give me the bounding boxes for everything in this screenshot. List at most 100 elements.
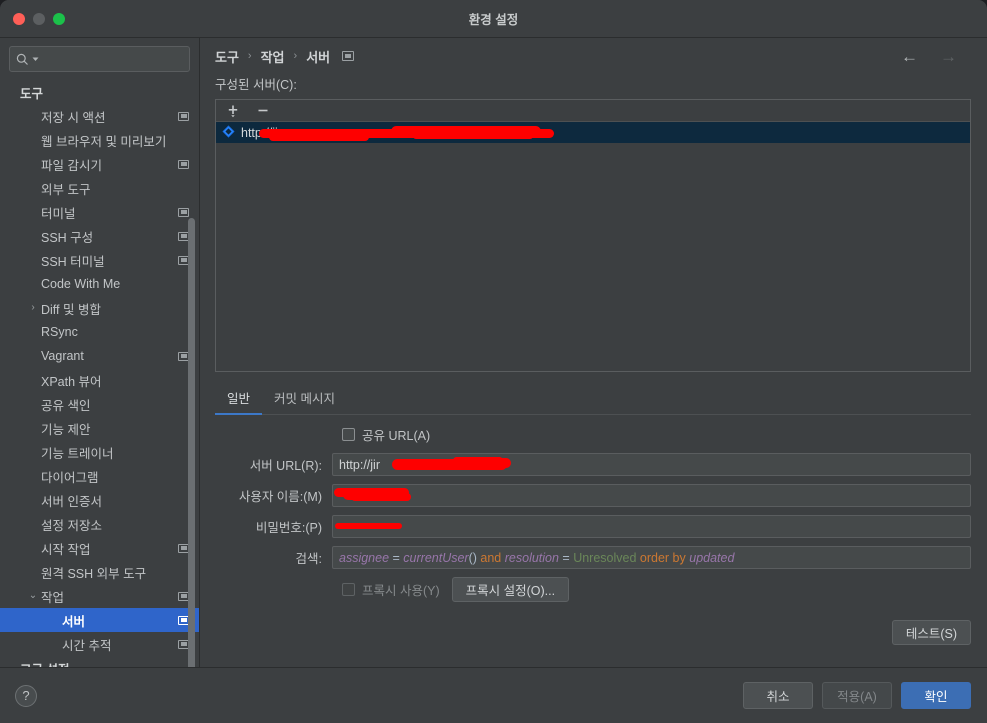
sidebar-item-13[interactable]: 공유 색인 xyxy=(0,392,199,416)
help-button[interactable]: ? xyxy=(15,684,37,707)
server-url-input[interactable]: http://jir xyxy=(332,453,971,476)
close-button[interactable] xyxy=(13,12,25,25)
project-settings-icon xyxy=(342,51,355,61)
search-dropdown-caret[interactable] xyxy=(32,56,39,63)
jql-token: = xyxy=(389,550,404,565)
sidebar-item-label: 공유 색인 xyxy=(41,398,91,413)
sidebar-item-19[interactable]: 시작 작업 xyxy=(0,536,199,560)
sidebar-item-3[interactable]: 파일 감시기 xyxy=(0,152,199,176)
sidebar-item-label: 기능 트레이너 xyxy=(41,446,114,461)
server-list-item-label: http://ji xyxy=(241,125,554,141)
breadcrumb-separator: › xyxy=(247,50,252,62)
sidebar-item-label: XPath 뷰어 xyxy=(41,374,102,389)
sidebar-item-2[interactable]: 웹 브라우저 및 미리보기 xyxy=(0,128,199,152)
sidebar-item-label: 시간 추적 xyxy=(62,638,112,653)
username-row: 사용자 이름:(M) xyxy=(215,484,971,507)
forward-arrow-icon[interactable]: → xyxy=(940,48,957,65)
test-button[interactable]: 테스트(S) xyxy=(891,620,971,645)
breadcrumb-item-1[interactable]: 작업 xyxy=(261,47,285,66)
minimize-button[interactable] xyxy=(33,12,45,25)
navigation-arrows: ← → xyxy=(901,48,973,65)
redaction-mark xyxy=(473,462,503,470)
use-proxy-label: 프록시 사용(Y) xyxy=(362,584,440,598)
search-input[interactable] xyxy=(42,52,197,66)
jql-token: assignee xyxy=(339,550,390,565)
footer-actions: 취소 적용(A) 확인 xyxy=(743,682,971,709)
apply-button[interactable]: 적용(A) xyxy=(822,682,892,709)
server-list-toolbar xyxy=(216,100,970,122)
redaction-mark xyxy=(335,523,402,529)
sidebar-item-22[interactable]: 서버 xyxy=(0,608,199,632)
breadcrumb-item-2[interactable]: 서버 xyxy=(306,47,330,66)
sidebar-item-label: 기능 제안 xyxy=(41,422,91,437)
share-url-checkbox[interactable] xyxy=(342,428,355,441)
proxy-settings-button[interactable]: 프록시 설정(O)... xyxy=(451,577,570,602)
redaction-mark xyxy=(491,458,511,468)
sidebar-item-4[interactable]: 외부 도구 xyxy=(0,176,199,200)
settings-tree[interactable]: 도구 저장 시 액션 웹 브라우저 및 미리보기 파일 감시기외부 도구터미널 SSH … xyxy=(0,78,199,667)
server-list-item[interactable]: http://ji xyxy=(216,122,970,143)
remove-server-button[interactable] xyxy=(254,102,272,120)
jql-search-input[interactable]: assignee = currentUser() and resolution … xyxy=(332,546,971,569)
sidebar-item-label: 외부 도구 xyxy=(41,182,91,197)
jql-token: resolution xyxy=(504,550,559,565)
jql-token: currentUser xyxy=(403,550,469,565)
sidebar-item-label: 터미널 xyxy=(41,206,76,221)
sidebar-scrollbar-thumb[interactable] xyxy=(188,218,195,667)
search-box[interactable] xyxy=(9,46,197,72)
sidebar-item-8[interactable]: Code With Me xyxy=(0,272,199,296)
sidebar-item-1[interactable]: 저장 시 액션 xyxy=(0,104,199,128)
main-panel: 도구 › 작업 › 서버 ← → 구성된 서버(C): http://ji 일반… xyxy=(200,38,987,667)
sidebar-item-0[interactable]: 도구 xyxy=(0,80,199,104)
sidebar-item-7[interactable]: SSH 터미널 xyxy=(0,248,199,272)
username-input[interactable] xyxy=(332,484,971,507)
ok-button[interactable]: 확인 xyxy=(901,682,971,709)
chevron-right-icon[interactable]: › xyxy=(27,303,39,313)
sidebar-item-24[interactable]: 고급 설정 xyxy=(0,656,199,668)
sidebar-item-12[interactable]: XPath 뷰어 xyxy=(0,368,199,392)
sidebar-item-23[interactable]: 시간 추적 xyxy=(0,632,199,656)
use-proxy-checkbox[interactable] xyxy=(342,583,355,596)
server-list-body[interactable]: http://ji xyxy=(216,122,970,371)
sidebar-item-label: 시작 작업 xyxy=(41,542,91,557)
window-title: 환경 설정 xyxy=(468,13,519,27)
sidebar-item-14[interactable]: 기능 제안 xyxy=(0,416,199,440)
settings-sidebar: 도구 저장 시 액션 웹 브라우저 및 미리보기 파일 감시기외부 도구터미널 SSH … xyxy=(0,38,200,667)
cancel-button[interactable]: 취소 xyxy=(743,682,813,709)
password-input[interactable] xyxy=(332,515,971,538)
zoom-button[interactable] xyxy=(53,12,65,25)
jql-token: updated xyxy=(689,550,735,565)
sidebar-scrollbar[interactable] xyxy=(188,218,195,667)
jql-token: = xyxy=(558,550,574,565)
chevron-down-icon[interactable]: ⌄ xyxy=(27,591,39,601)
breadcrumb-separator: › xyxy=(293,50,298,62)
sidebar-item-label: RSync xyxy=(41,325,78,339)
settings-content: 구성된 서버(C): http://ji 일반 커밋 메시지 공유 URL(A)… xyxy=(200,74,987,667)
sidebar-item-15[interactable]: 기능 트레이너 xyxy=(0,440,199,464)
tab-general[interactable]: 일반 xyxy=(215,384,263,415)
project-settings-icon xyxy=(178,207,189,217)
search-wrapper xyxy=(0,38,199,78)
sidebar-item-17[interactable]: 서버 인증서 xyxy=(0,488,199,512)
back-arrow-icon[interactable]: ← xyxy=(901,48,918,65)
sidebar-item-11[interactable]: Vagrant xyxy=(0,344,199,368)
search-icon xyxy=(16,53,29,66)
sidebar-item-18[interactable]: 설정 저장소 xyxy=(0,512,199,536)
proxy-row: 프록시 사용(Y) 프록시 설정(O)... xyxy=(342,577,971,602)
jql-query-value: assignee = currentUser() and resolution … xyxy=(339,551,734,565)
tab-commit-message[interactable]: 커밋 메시지 xyxy=(262,384,347,414)
sidebar-item-9[interactable]: › Diff 및 병합 xyxy=(0,296,199,320)
sidebar-item-5[interactable]: 터미널 xyxy=(0,200,199,224)
add-server-button[interactable] xyxy=(224,102,242,120)
sidebar-item-16[interactable]: 다이어그램 xyxy=(0,464,199,488)
sidebar-item-20[interactable]: 원격 SSH 외부 도구 xyxy=(0,560,199,584)
redaction-mark xyxy=(334,488,409,497)
sidebar-item-6[interactable]: SSH 구성 xyxy=(0,224,199,248)
sidebar-item-10[interactable]: RSync xyxy=(0,320,199,344)
redaction-mark xyxy=(453,457,503,464)
sidebar-item-label: 서버 인증서 xyxy=(41,494,102,509)
sidebar-item-21[interactable]: ⌄ 작업 xyxy=(0,584,199,608)
server-settings-form: 공유 URL(A) 서버 URL(R): http://jir 사용자 이름:(… xyxy=(215,415,971,667)
breadcrumb-item-0[interactable]: 도구 xyxy=(215,47,239,66)
password-row: 비밀번호:(P) xyxy=(215,515,971,538)
